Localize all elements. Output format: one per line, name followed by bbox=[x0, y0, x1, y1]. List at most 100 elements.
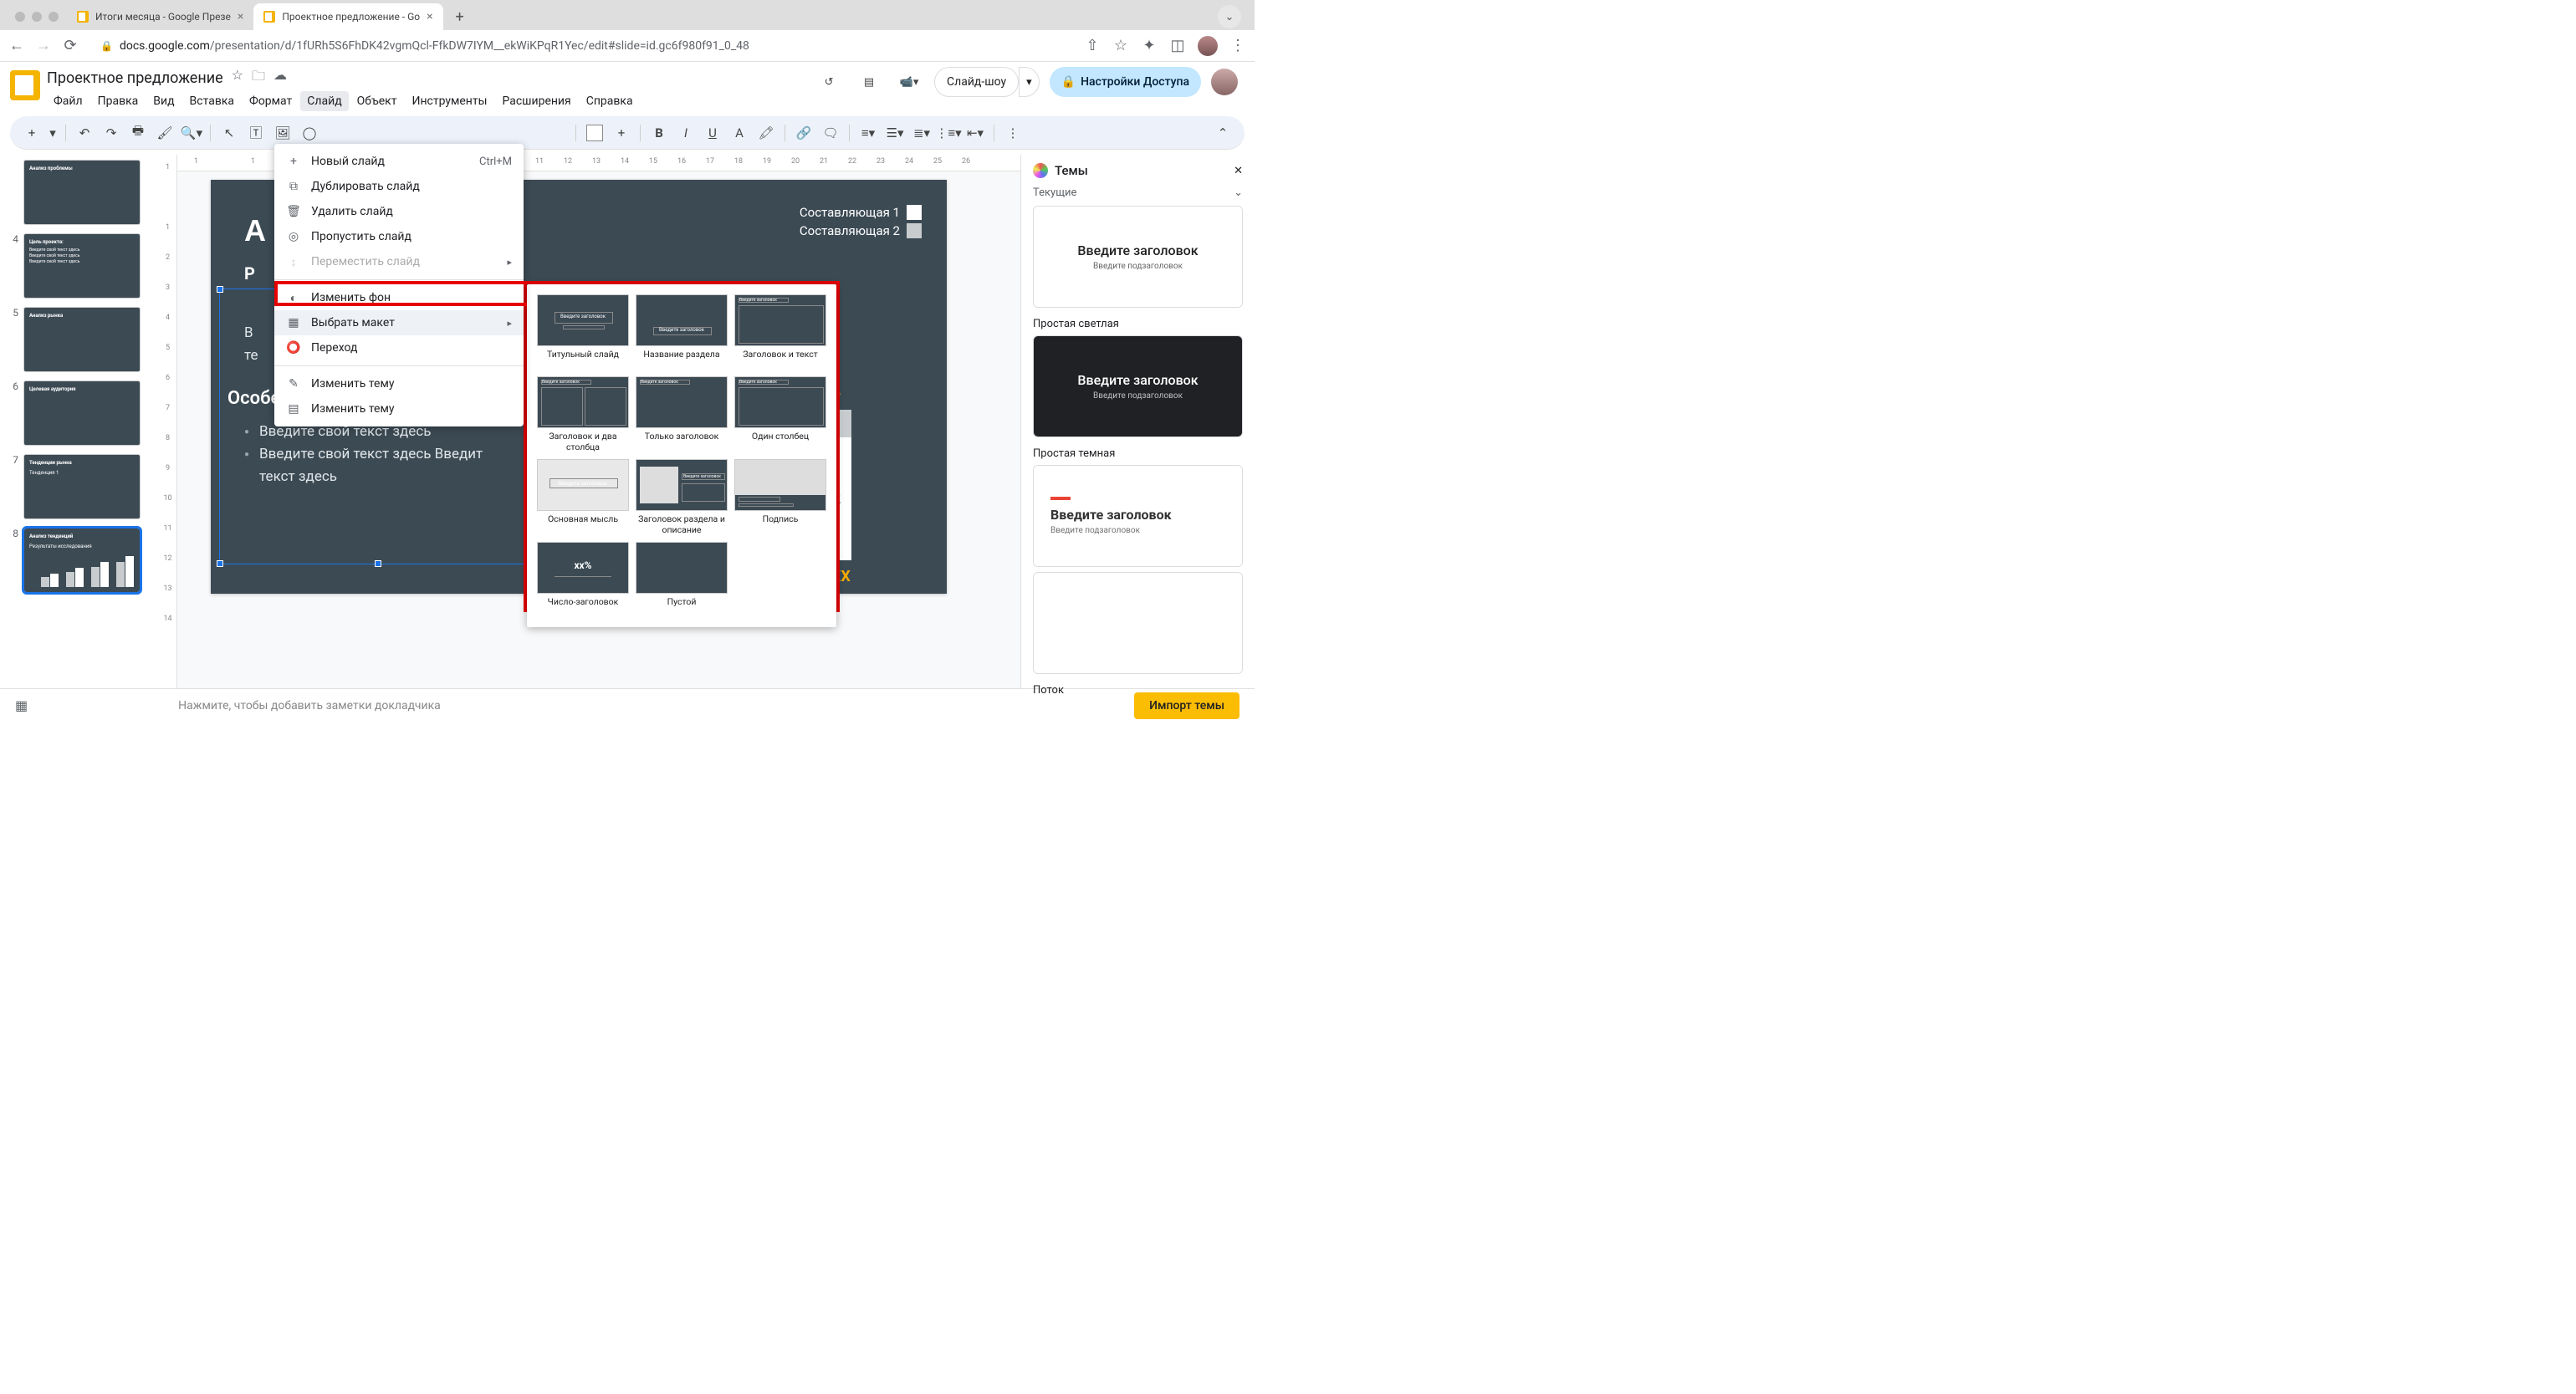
menu-формат[interactable]: Формат bbox=[243, 91, 299, 111]
menu-вставка[interactable]: Вставка bbox=[183, 91, 241, 111]
forward-button[interactable]: → bbox=[35, 38, 52, 54]
menu-item[interactable]: ✎Изменить тему bbox=[274, 371, 524, 396]
menu-слайд[interactable]: Слайд bbox=[300, 91, 348, 111]
layout-option[interactable]: Пустой bbox=[636, 542, 728, 617]
menu-item[interactable]: 🗑Удалить слайд bbox=[274, 199, 524, 224]
highlight-button[interactable]: 🖍 bbox=[754, 121, 778, 145]
layout-option[interactable]: Введите заголовокОсновная мысль bbox=[537, 459, 629, 535]
browser-tab-1[interactable]: Проектное предложение - Go × bbox=[253, 3, 442, 30]
url-input[interactable]: 🔒 docs.google.com/presentation/d/1fURh5S… bbox=[89, 33, 1074, 59]
bulleted-list-button[interactable]: ⋮≡▾ bbox=[937, 121, 960, 145]
share-page-icon[interactable]: ⇧ bbox=[1084, 38, 1101, 54]
document-title[interactable]: Проектное предложение bbox=[47, 69, 223, 87]
fill-color-button[interactable] bbox=[583, 121, 606, 145]
slide-subtitle-text[interactable]: Р bbox=[244, 263, 255, 283]
layout-option[interactable]: Введите заголовокТитульный слайд bbox=[537, 294, 629, 370]
new-tab-button[interactable]: + bbox=[448, 5, 472, 28]
menu-item[interactable]: ⭕Переход bbox=[274, 335, 524, 360]
new-slide-button[interactable]: + bbox=[20, 121, 43, 145]
theme-card[interactable] bbox=[1033, 572, 1243, 674]
menu-расширения[interactable]: Расширения bbox=[495, 91, 577, 111]
extensions-icon[interactable]: ✦ bbox=[1141, 38, 1158, 54]
window-controls[interactable] bbox=[7, 12, 67, 22]
paint-format-button[interactable]: 🖌 bbox=[153, 121, 176, 145]
undo-button[interactable]: ↶ bbox=[73, 121, 96, 145]
slide-thumbnail[interactable]: Анализ проблемы bbox=[7, 160, 152, 225]
history-icon[interactable]: ↺ bbox=[814, 67, 844, 97]
line-spacing-button[interactable]: ☰▾ bbox=[883, 121, 907, 145]
add-button[interactable]: + bbox=[610, 121, 633, 145]
close-window-icon[interactable] bbox=[15, 12, 25, 22]
layout-option[interactable]: Введите заголовокНазвание раздела bbox=[636, 294, 728, 370]
slide-thumbnail[interactable]: 6Целевая аудитория bbox=[7, 380, 152, 446]
slide-thumbnail[interactable]: 8Анализ тенденцийРезультаты исследования bbox=[7, 528, 152, 593]
meet-icon[interactable]: 📹▾ bbox=[894, 67, 924, 97]
italic-button[interactable]: I bbox=[674, 121, 698, 145]
menu-объект[interactable]: Объект bbox=[350, 91, 404, 111]
text-color-button[interactable]: A bbox=[728, 121, 751, 145]
menu-справка[interactable]: Справка bbox=[580, 91, 640, 111]
slideshow-button[interactable]: Слайд-шоу bbox=[934, 67, 1019, 97]
browser-tab-0[interactable]: Итоги месяца - Google Презе × bbox=[67, 3, 253, 30]
theme-card[interactable]: Введите заголовокВведите подзаголовок bbox=[1033, 465, 1243, 567]
close-tab-icon[interactable]: × bbox=[427, 10, 432, 23]
slideshow-dropdown[interactable]: ▾ bbox=[1019, 67, 1040, 97]
layout-option[interactable]: Введите заголовокТолько заголовок bbox=[636, 376, 728, 452]
shape-tool[interactable]: ◯ bbox=[298, 121, 321, 145]
layout-option[interactable]: Подпись bbox=[734, 459, 826, 535]
menu-вид[interactable]: Вид bbox=[146, 91, 181, 111]
browser-menu-icon[interactable]: ⋮ bbox=[1229, 38, 1246, 54]
bold-button[interactable]: B bbox=[647, 121, 671, 145]
bookmark-icon[interactable]: ☆ bbox=[1112, 38, 1129, 54]
layout-option[interactable]: Введите заголовокЗаголовок и текст bbox=[734, 294, 826, 370]
slide-title-text[interactable]: А bbox=[244, 213, 267, 248]
profile-avatar[interactable] bbox=[1198, 36, 1218, 56]
redo-button[interactable]: ↷ bbox=[100, 121, 123, 145]
image-tool[interactable]: 🖼 bbox=[271, 121, 294, 145]
speaker-notes-prompt[interactable]: Нажмите, чтобы добавить заметки докладчи… bbox=[178, 699, 441, 712]
close-panel-button[interactable]: ✕ bbox=[1234, 165, 1243, 177]
print-button[interactable]: 🖶 bbox=[126, 121, 150, 145]
move-icon[interactable]: 🗀 bbox=[252, 67, 265, 89]
slide-thumbnail[interactable]: 5Анализ рынка bbox=[7, 307, 152, 372]
menu-item[interactable]: ◎Пропустить слайд bbox=[274, 224, 524, 249]
share-button[interactable]: 🔒 Настройки Доступа bbox=[1050, 67, 1201, 97]
zoom-button[interactable]: 🔍▾ bbox=[180, 121, 203, 145]
explore-button[interactable]: ▦ bbox=[15, 697, 28, 713]
select-tool[interactable]: ↖ bbox=[217, 121, 241, 145]
menu-item[interactable]: ▤Изменить тему bbox=[274, 396, 524, 421]
menu-item[interactable]: ◐Изменить фон bbox=[274, 285, 524, 310]
link-button[interactable]: 🔗 bbox=[792, 121, 815, 145]
indent-button[interactable]: ⇤▾ bbox=[963, 121, 987, 145]
new-slide-dropdown[interactable]: ▾ bbox=[47, 121, 59, 145]
close-tab-icon[interactable]: × bbox=[238, 10, 243, 23]
slides-logo-icon[interactable] bbox=[10, 70, 40, 100]
more-button[interactable]: ⋮ bbox=[1001, 121, 1025, 145]
textbox-tool[interactable]: 🅃 bbox=[244, 121, 268, 145]
back-button[interactable]: ← bbox=[8, 38, 25, 54]
theme-card[interactable]: Введите заголовокВведите подзаголовок bbox=[1033, 206, 1243, 308]
import-theme-button[interactable]: Импорт темы bbox=[1134, 692, 1239, 719]
star-icon[interactable]: ☆ bbox=[232, 67, 243, 89]
collapse-toolbar-button[interactable]: ⌃ bbox=[1211, 121, 1234, 145]
filmstrip[interactable]: Анализ проблемы 4Цель проекта:Введите сво… bbox=[0, 155, 159, 688]
theme-card[interactable]: Введите заголовокВведите подзаголовок bbox=[1033, 335, 1243, 437]
maximize-window-icon[interactable] bbox=[49, 12, 59, 22]
collapse-icon[interactable]: ⌄ bbox=[1234, 186, 1243, 199]
layout-option[interactable]: Введите заголовокЗаголовок раздела и опи… bbox=[636, 459, 728, 535]
slide-thumbnail[interactable]: 7Тенденции рынкаТенденция 1 bbox=[7, 454, 152, 519]
underline-button[interactable]: U bbox=[701, 121, 724, 145]
layout-option[interactable]: Введите заголовокОдин столбец bbox=[734, 376, 826, 452]
sidepanel-icon[interactable]: ◫ bbox=[1169, 38, 1186, 54]
account-avatar[interactable] bbox=[1211, 69, 1238, 95]
slide-thumbnail[interactable]: 4Цель проекта:Введите свой текст здесьВв… bbox=[7, 233, 152, 299]
minimize-window-icon[interactable] bbox=[32, 12, 42, 22]
menu-item[interactable]: +Новый слайдCtrl+M bbox=[274, 149, 524, 174]
layout-option[interactable]: Введите заголовокЗаголовок и два столбца bbox=[537, 376, 629, 452]
layout-option[interactable]: xx%Число-заголовок bbox=[537, 542, 629, 617]
menu-инструменты[interactable]: Инструменты bbox=[405, 91, 493, 111]
numbered-list-button[interactable]: ≣▾ bbox=[910, 121, 933, 145]
comment-button[interactable]: 🗨 bbox=[819, 121, 842, 145]
reload-button[interactable]: ⟳ bbox=[62, 38, 79, 54]
menu-item[interactable]: ⧉Дублировать слайд bbox=[274, 174, 524, 199]
